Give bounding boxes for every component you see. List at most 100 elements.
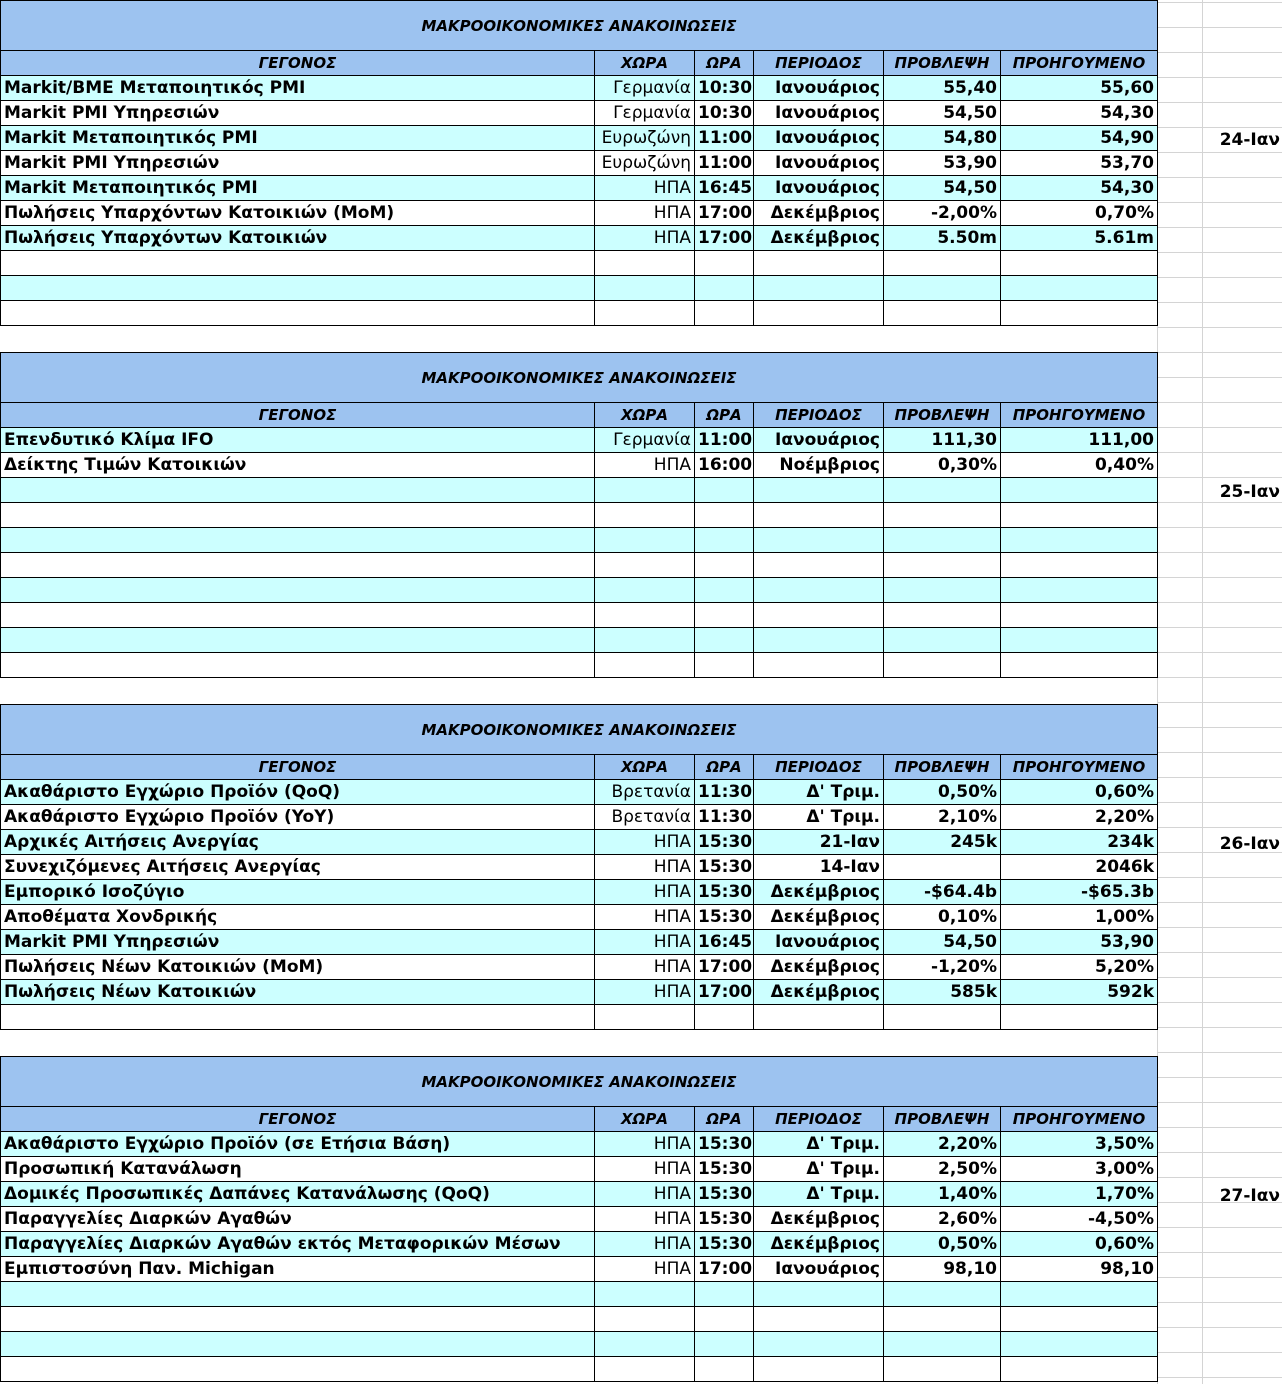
cell-country[interactable] (594, 502, 695, 528)
cell-period[interactable]: Δεκέμβριος (753, 200, 884, 226)
cell-time[interactable]: 15:30 (694, 1231, 754, 1257)
cell-country[interactable] (594, 1306, 695, 1332)
cell-period[interactable]: Δ' Τριμ. (753, 779, 884, 805)
cell-event[interactable]: Δείκτης Τιμών Κατοικιών (0, 452, 595, 478)
cell-forecast[interactable] (883, 652, 1001, 678)
cell-event[interactable]: Markit Μεταποιητικός PMI (0, 175, 595, 201)
cell-period[interactable]: Δεκέμβριος (753, 954, 884, 980)
cell-country[interactable]: Ευρωζώνη (594, 150, 695, 176)
cell-previous[interactable]: 0,60% (1000, 1231, 1158, 1257)
header-previous[interactable]: ΠΡΟΗΓΟΥΜΕΝΟ (1000, 402, 1158, 428)
cell-forecast[interactable]: 54,50 (883, 929, 1001, 955)
cell-previous[interactable]: 5.61m (1000, 225, 1158, 251)
cell-time[interactable]: 17:00 (694, 979, 754, 1005)
cell-forecast[interactable]: 0,50% (883, 779, 1001, 805)
cell-country[interactable]: ΗΠΑ (594, 175, 695, 201)
cell-event[interactable]: Παραγγελίες Διαρκών Αγαθών (0, 1206, 595, 1232)
table-title[interactable]: ΜΑΚΡΟΟΙΚΟΝΟΜΙΚΕΣ ΑΝΑΚΟΙΝΩΣΕΙΣ (0, 352, 1158, 403)
cell-event[interactable]: Αρχικές Αιτήσεις Ανεργίας (0, 829, 595, 855)
header-event[interactable]: ΓΕΓΟΝΟΣ (0, 754, 595, 780)
cell-period[interactable] (753, 477, 884, 503)
cell-event[interactable]: Δομικές Προσωπικές Δαπάνες Κατανάλωσης (… (0, 1181, 595, 1207)
cell-previous[interactable]: 1,00% (1000, 904, 1158, 930)
cell-forecast[interactable] (883, 552, 1001, 578)
cell-event[interactable]: Παραγγελίες Διαρκών Αγαθών εκτός Μεταφορ… (0, 1231, 595, 1257)
cell-forecast[interactable]: 54,50 (883, 175, 1001, 201)
cell-forecast[interactable] (883, 627, 1001, 653)
cell-forecast[interactable]: 2,60% (883, 1206, 1001, 1232)
cell-country[interactable]: ΗΠΑ (594, 225, 695, 251)
cell-time[interactable] (694, 602, 754, 628)
cell-time[interactable]: 15:30 (694, 879, 754, 905)
table-title[interactable]: ΜΑΚΡΟΟΙΚΟΝΟΜΙΚΕΣ ΑΝΑΚΟΙΝΩΣΕΙΣ (0, 704, 1158, 755)
cell-period[interactable]: Δεκέμβριος (753, 1206, 884, 1232)
cell-event[interactable]: Ακαθάριστο Εγχώριο Προϊόν (YoY) (0, 804, 595, 830)
header-period[interactable]: ΠΕΡΙΟΔΟΣ (753, 50, 884, 76)
cell-forecast[interactable]: -$64.4b (883, 879, 1001, 905)
cell-event[interactable] (0, 300, 595, 326)
cell-country[interactable]: ΗΠΑ (594, 1131, 695, 1157)
cell-event[interactable]: Ακαθάριστο Εγχώριο Προϊόν (QoQ) (0, 779, 595, 805)
cell-event[interactable] (0, 1306, 595, 1332)
cell-time[interactable] (694, 275, 754, 301)
cell-event[interactable]: Προσωπική Κατανάλωση (0, 1156, 595, 1182)
cell-period[interactable]: Δεκέμβριος (753, 1231, 884, 1257)
cell-time[interactable] (694, 1004, 754, 1030)
cell-period[interactable] (753, 250, 884, 276)
cell-period[interactable] (753, 577, 884, 603)
cell-period[interactable] (753, 527, 884, 553)
cell-country[interactable] (594, 552, 695, 578)
cell-country[interactable]: ΗΠΑ (594, 829, 695, 855)
cell-forecast[interactable]: 98,10 (883, 1256, 1001, 1282)
cell-time[interactable]: 17:00 (694, 200, 754, 226)
cell-forecast[interactable]: 2,20% (883, 1131, 1001, 1157)
cell-event[interactable]: Εμπορικό Ισοζύγιο (0, 879, 595, 905)
cell-period[interactable] (753, 552, 884, 578)
cell-previous[interactable]: 54,30 (1000, 100, 1158, 126)
cell-previous[interactable]: 111,00 (1000, 427, 1158, 453)
cell-period[interactable]: Δ' Τριμ. (753, 1181, 884, 1207)
cell-previous[interactable] (1000, 627, 1158, 653)
cell-previous[interactable]: -4,50% (1000, 1206, 1158, 1232)
cell-previous[interactable] (1000, 527, 1158, 553)
cell-event[interactable] (0, 275, 595, 301)
header-previous[interactable]: ΠΡΟΗΓΟΥΜΕΝΟ (1000, 1106, 1158, 1132)
cell-period[interactable]: Ιανουάριος (753, 75, 884, 101)
date-label[interactable]: 25-Ιαν (1204, 480, 1280, 504)
cell-time[interactable]: 16:45 (694, 929, 754, 955)
cell-forecast[interactable]: 245k (883, 829, 1001, 855)
cell-forecast[interactable] (883, 300, 1001, 326)
cell-country[interactable] (594, 250, 695, 276)
header-time[interactable]: ΩΡΑ (694, 1106, 754, 1132)
cell-country[interactable]: Γερμανία (594, 427, 695, 453)
cell-country[interactable] (594, 275, 695, 301)
cell-forecast[interactable]: 0,10% (883, 904, 1001, 930)
cell-country[interactable]: Γερμανία (594, 75, 695, 101)
header-previous[interactable]: ΠΡΟΗΓΟΥΜΕΝΟ (1000, 50, 1158, 76)
header-time[interactable]: ΩΡΑ (694, 50, 754, 76)
cell-previous[interactable]: 53,70 (1000, 150, 1158, 176)
cell-time[interactable] (694, 502, 754, 528)
cell-country[interactable] (594, 477, 695, 503)
cell-forecast[interactable]: 54,80 (883, 125, 1001, 151)
cell-previous[interactable]: 98,10 (1000, 1256, 1158, 1282)
cell-country[interactable] (594, 1004, 695, 1030)
cell-previous[interactable]: 54,30 (1000, 175, 1158, 201)
cell-event[interactable] (0, 652, 595, 678)
cell-previous[interactable]: 2,20% (1000, 804, 1158, 830)
header-country[interactable]: ΧΩΡΑ (594, 402, 695, 428)
cell-forecast[interactable]: -1,20% (883, 954, 1001, 980)
cell-time[interactable] (694, 652, 754, 678)
cell-time[interactable]: 11:30 (694, 804, 754, 830)
cell-country[interactable] (594, 300, 695, 326)
cell-forecast[interactable]: 53,90 (883, 150, 1001, 176)
cell-event[interactable]: Αποθέματα Χονδρικής (0, 904, 595, 930)
cell-time[interactable]: 11:00 (694, 427, 754, 453)
cell-time[interactable] (694, 1281, 754, 1307)
header-period[interactable]: ΠΕΡΙΟΔΟΣ (753, 754, 884, 780)
header-country[interactable]: ΧΩΡΑ (594, 50, 695, 76)
cell-event[interactable] (0, 627, 595, 653)
cell-event[interactable] (0, 602, 595, 628)
cell-country[interactable]: Γερμανία (594, 100, 695, 126)
cell-event[interactable]: Markit/BME Μεταποιητικός PMI (0, 75, 595, 101)
